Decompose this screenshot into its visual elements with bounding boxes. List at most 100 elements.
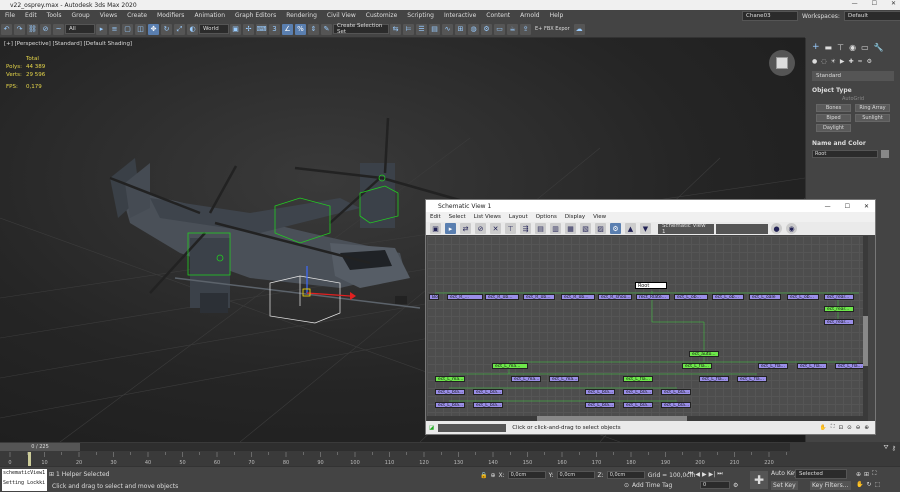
schematic-menu-layout[interactable]: Layout [505, 214, 532, 220]
autogrid-checkbox[interactable]: AutoGrid [812, 96, 894, 102]
schematic-node[interactable]: ect_R_shoo... [598, 294, 632, 300]
schematic-menu-list-views[interactable]: List Views [470, 214, 505, 220]
schematic-node[interactable]: ect_L_bla... [661, 402, 691, 408]
move-icon[interactable]: ✥ [148, 23, 159, 35]
spinner-snap-icon[interactable]: ⇕ [308, 23, 319, 35]
snaps-toggle-icon[interactable]: 3 [269, 23, 280, 35]
name-color-header[interactable]: Name and Color [812, 140, 894, 147]
schematic-menu-options[interactable]: Options [532, 214, 561, 220]
object-name-field[interactable]: Root [812, 150, 878, 158]
time-config-icon[interactable]: ⚙ [733, 482, 738, 489]
schematic-zoom-selected-icon[interactable]: ⊙ [847, 425, 852, 431]
sunlight-button[interactable]: Sunlight [855, 114, 890, 122]
systems-icon[interactable]: ⚙ [867, 58, 872, 65]
schematic-preferences-icon[interactable]: ⚙ [610, 223, 621, 234]
undo-icon[interactable]: ↶ [1, 23, 12, 35]
daylight-button[interactable]: Daylight [816, 124, 851, 132]
schematic-node[interactable]: ect_L_fla... [682, 363, 712, 369]
cameras-icon[interactable]: ▶ [840, 58, 845, 65]
schematic-menu-edit[interactable]: Edit [426, 214, 445, 220]
add-time-tag[interactable]: Add Time Tag [632, 482, 672, 489]
auto-key-button[interactable]: Auto Key [771, 470, 798, 477]
pan-icon[interactable]: ✋ [856, 481, 863, 488]
menu-arnold[interactable]: Arnold [515, 12, 544, 19]
menu-views[interactable]: Views [95, 12, 122, 19]
cloud-render-icon[interactable]: ☁ [573, 23, 585, 35]
schematic-maximize-icon[interactable]: ☐ [845, 203, 850, 210]
schematic-vertical-scrollbar[interactable] [863, 236, 868, 416]
render-setup-icon[interactable]: ⚙ [481, 23, 492, 35]
time-slider[interactable]: 0 / 225 [0, 443, 80, 451]
z-coordinate-field[interactable]: 0,0cm [606, 471, 645, 479]
toggle-ribbon-icon[interactable]: ▤ [429, 23, 440, 35]
schematic-node[interactable]: ect_L_fla... [758, 363, 788, 369]
schematic-search-dropdown[interactable] [716, 223, 768, 234]
align-icon[interactable]: ⊨ [403, 23, 414, 35]
schematic-node[interactable]: ect_R_ob... [485, 294, 519, 300]
schematic-node[interactable]: ect_rear... [824, 306, 854, 312]
x-coordinate-field[interactable]: 0,0cm [507, 471, 546, 479]
schematic-arrange-icon[interactable]: ▥ [550, 223, 561, 234]
keyboard-shortcut-icon[interactable]: ⌨ [256, 23, 267, 35]
schematic-collapse-icon[interactable]: ▤ [535, 223, 546, 234]
menu-scripting[interactable]: Scripting [402, 12, 439, 19]
menu-modifiers[interactable]: Modifiers [152, 12, 189, 19]
set-key-button[interactable]: Set Key [771, 481, 798, 490]
schematic-node[interactable]: ect_auto... [689, 351, 719, 357]
schematic-node[interactable]: ect_R_ob... [523, 294, 555, 300]
layer-explorer-icon[interactable]: ☰ [416, 23, 427, 35]
schematic-node[interactable]: ect_L_fla... [835, 363, 865, 369]
schematic-node[interactable]: ect_L_bla... [623, 402, 653, 408]
create-tab-icon[interactable]: + [812, 42, 820, 52]
select-object-icon[interactable]: ▸ [96, 23, 107, 35]
selection-lock-icon[interactable]: 🔒 [480, 472, 487, 479]
maximize-icon[interactable]: ☐ [872, 0, 877, 7]
hierarchy-tab-icon[interactable]: ⊤ [837, 43, 844, 52]
menu-graph-editors[interactable]: Graph Editors [230, 12, 281, 19]
schematic-node[interactable]: ect_L_bla... [623, 389, 653, 395]
schematic-node[interactable]: ect_L_ma... [511, 376, 541, 382]
time-tag-icon[interactable]: ⊙ [624, 482, 629, 489]
key-set-dropdown[interactable]: Selected [795, 469, 847, 479]
schematic-node[interactable]: ect_L_bla... [585, 389, 615, 395]
zoom-icon[interactable]: ⊕ [856, 471, 861, 478]
schematic-node[interactable]: ect_L_bla... [661, 389, 691, 395]
ring-array-button[interactable]: Ring Array [855, 104, 890, 112]
fbx-export-label[interactable]: E+ FBX Expor [535, 26, 570, 32]
schematic-node[interactable]: ect_rear... [824, 294, 854, 300]
time-slider-track[interactable]: 0 / 225 [0, 443, 790, 451]
schematic-canvas[interactable]: Root Bo...ect_R_...ect_R_ob...ect_R_ob..… [427, 236, 868, 416]
category-dropdown[interactable]: Standard [812, 71, 894, 81]
schematic-zoom-extents-icon[interactable]: ⛶ [831, 424, 835, 431]
object-type-header[interactable]: Object Type [812, 87, 894, 94]
redo-icon[interactable]: ↷ [14, 23, 25, 35]
schematic-free-icon[interactable]: ▨ [595, 223, 606, 234]
current-frame-field[interactable]: 0 [700, 481, 730, 489]
go-to-end-icon[interactable]: ⏭ [717, 470, 722, 478]
schematic-node[interactable]: Bo... [429, 294, 439, 300]
menu-rendering[interactable]: Rendering [281, 12, 322, 19]
schematic-menu-display[interactable]: Display [561, 214, 589, 220]
schematic-node[interactable]: ect_rear... [824, 319, 854, 325]
scale-icon[interactable]: ⤢ [174, 23, 185, 35]
place-icon[interactable]: ◐ [187, 23, 198, 35]
edit-named-sets-icon[interactable]: ✎ [321, 23, 332, 35]
menu-edit[interactable]: Edit [20, 12, 42, 19]
percent-snap-icon[interactable]: % [295, 23, 306, 35]
menu-customize[interactable]: Customize [361, 12, 403, 19]
schematic-zoom-out-icon[interactable]: ⊖ [856, 425, 861, 431]
bind-space-warp-icon[interactable]: ~ [53, 23, 64, 35]
schematic-search-icon[interactable]: ● [771, 223, 782, 234]
schematic-node[interactable]: ect_L_bla... [473, 402, 503, 408]
schematic-select-icon[interactable]: ▸ [445, 223, 456, 234]
schematic-node[interactable]: ect_L_fla... [737, 376, 767, 382]
curve-editor-icon[interactable]: ∿ [442, 23, 453, 35]
rect-selection-icon[interactable]: ▢ [122, 23, 133, 35]
schematic-expand-icon[interactable]: ▲ [625, 223, 636, 234]
schematic-minimize-icon[interactable]: — [825, 203, 831, 210]
key-filters-button[interactable]: Key Filters... [810, 481, 851, 490]
schematic-node[interactable]: ect_R_... [447, 294, 483, 300]
select-manipulate-icon[interactable]: ✢ [243, 23, 254, 35]
schematic-menu-view[interactable]: View [589, 214, 610, 220]
render-production-icon[interactable]: ☕ [507, 23, 518, 35]
